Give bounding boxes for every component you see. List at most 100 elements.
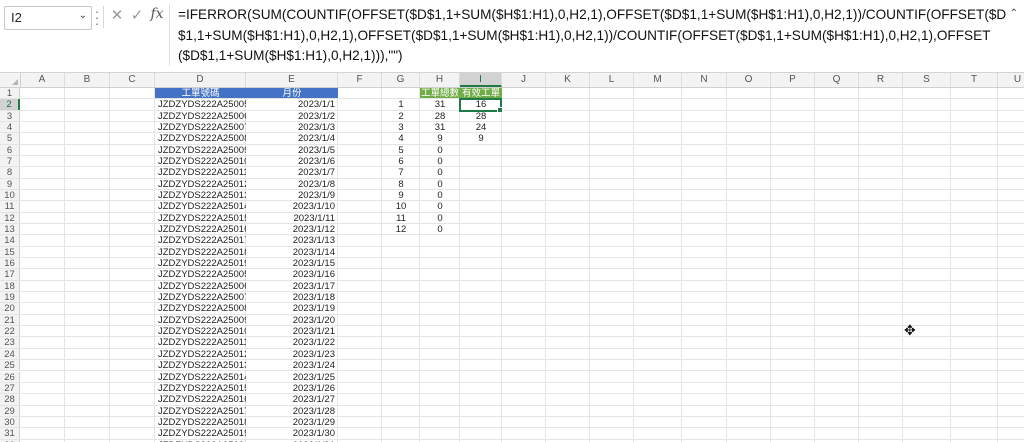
cell-date[interactable]: 2023/1/29 <box>246 417 338 427</box>
row-header[interactable]: 29 <box>0 405 20 417</box>
cell-date[interactable]: 2023/1/18 <box>246 292 338 302</box>
cell-valid[interactable]: 28 <box>460 111 502 121</box>
cell-work-order[interactable]: JZDZYDS222A25005 <box>155 269 246 279</box>
row-header[interactable]: 24 <box>0 348 20 360</box>
cell-month-index[interactable]: 3 <box>382 122 420 132</box>
cell-date[interactable]: 2023/1/12 <box>246 224 338 234</box>
row-header[interactable]: 12 <box>0 212 20 224</box>
row-header[interactable]: 30 <box>0 416 20 428</box>
cell-total[interactable]: 0 <box>420 167 460 177</box>
cell-work-order[interactable]: JZDZYDS222A25016 <box>155 394 246 404</box>
cell-work-order[interactable]: JZDZYDS222A25011 <box>155 337 246 347</box>
row-header[interactable]: 31 <box>0 428 20 439</box>
cell-work-order[interactable]: JZDZYDS222A25014 <box>155 201 246 211</box>
cell-date[interactable]: 2023/1/2 <box>246 111 338 121</box>
cell-date[interactable]: 2023/1/11 <box>246 213 338 223</box>
cell-month-index[interactable]: 1 <box>382 99 420 109</box>
close-icon[interactable]: ✕ <box>108 6 126 24</box>
cell-total[interactable]: 0 <box>420 213 460 223</box>
column-header-u[interactable]: U <box>998 73 1024 87</box>
chevron-up-icon[interactable]: ⌃ <box>1010 8 1018 19</box>
cell-work-order[interactable]: JZDZYDS222A25005 <box>155 99 246 109</box>
column-header-n[interactable]: N <box>682 73 727 87</box>
cell-total[interactable]: 28 <box>420 111 460 121</box>
cell-work-order[interactable]: JZDZYDS222A25008 <box>155 303 246 313</box>
row-header[interactable]: 18 <box>0 280 20 292</box>
cell-date[interactable]: 2023/1/17 <box>246 281 338 291</box>
cell-work-order[interactable]: JZDZYDS222A25016 <box>155 224 246 234</box>
cell-total[interactable]: 31 <box>420 122 460 132</box>
formula-input[interactable]: =IFERROR(SUM(COUNTIF(OFFSET($D$1,1+SUM($… <box>178 5 1010 67</box>
cell-month-index[interactable]: 9 <box>382 190 420 200</box>
column-header-r[interactable]: R <box>859 73 903 87</box>
header-total-orders[interactable]: 工單總數 <box>420 88 460 99</box>
column-header-p[interactable]: P <box>771 73 815 87</box>
name-box[interactable]: I2 ⌄ <box>4 6 92 30</box>
select-all-button[interactable] <box>0 73 21 87</box>
cell-month-index[interactable]: 6 <box>382 156 420 166</box>
cell-total[interactable]: 9 <box>420 133 460 143</box>
cell-work-order[interactable]: JZDZYDS222A25010 <box>155 156 246 166</box>
worksheet-grid[interactable]: ABCDEFGHIJKLMNOPQRSTU 1 工單號碼 月份 工單總數 有效工單 2 JZ… <box>0 73 1024 442</box>
cell-work-order[interactable]: JZDZYDS222A25011 <box>155 167 246 177</box>
cell-date[interactable]: 2023/1/21 <box>246 326 338 336</box>
row-header[interactable]: 15 <box>0 246 20 258</box>
cell-date[interactable]: 2023/1/14 <box>246 247 338 257</box>
row-header[interactable]: 13 <box>0 224 20 235</box>
cell-work-order[interactable]: JZDZYDS222A25018 <box>155 247 246 257</box>
cell-work-order[interactable]: JZDZYDS222A25012 <box>155 179 246 189</box>
fx-icon[interactable]: fx <box>148 6 166 22</box>
cell-date[interactable]: 2023/1/9 <box>246 190 338 200</box>
cell-date[interactable]: 2023/1/27 <box>246 394 338 404</box>
row-header[interactable]: 28 <box>0 394 20 405</box>
cell-date[interactable]: 2023/1/20 <box>246 315 338 325</box>
row-header[interactable]: 1 <box>0 88 20 99</box>
row-header[interactable]: 16 <box>0 258 20 269</box>
cell-work-order[interactable]: JZDZYDS222A25007 <box>155 292 246 302</box>
cell-work-order[interactable]: JZDZYDS222A25017 <box>155 406 246 416</box>
header-month[interactable]: 月份 <box>246 88 338 99</box>
cell-total[interactable]: 0 <box>420 190 460 200</box>
column-header-l[interactable]: L <box>590 73 634 87</box>
header-work-order-number[interactable]: 工單號碼 <box>155 88 246 99</box>
row-header[interactable]: 11 <box>0 201 20 212</box>
row-header[interactable]: 6 <box>0 144 20 156</box>
cell-work-order[interactable]: JZDZYDS222A25018 <box>155 417 246 427</box>
cell-month-index[interactable]: 10 <box>382 201 420 211</box>
cell-date[interactable]: 2023/1/26 <box>246 383 338 393</box>
column-header-i[interactable]: I <box>460 73 502 87</box>
cell-date[interactable]: 2023/1/15 <box>246 258 338 268</box>
cell-total[interactable]: 31 <box>420 99 460 109</box>
cell-month-index[interactable]: 12 <box>382 224 420 234</box>
cell-valid[interactable]: 24 <box>460 122 502 132</box>
column-header-f[interactable]: F <box>338 73 382 87</box>
column-header-q[interactable]: Q <box>815 73 859 87</box>
cell-work-order[interactable]: JZDZYDS222A25015 <box>155 213 246 223</box>
cell-total[interactable]: 0 <box>420 179 460 189</box>
row-header[interactable]: 22 <box>0 326 20 337</box>
more-options-icon[interactable]: · · · <box>94 4 100 30</box>
cell-total[interactable]: 0 <box>420 156 460 166</box>
row-header[interactable]: 14 <box>0 235 20 246</box>
cell-total[interactable]: 0 <box>420 145 460 155</box>
row-header[interactable]: 27 <box>0 382 20 394</box>
cell-work-order[interactable]: JZDZYDS222A25010 <box>155 326 246 336</box>
cell-date[interactable]: 2023/1/25 <box>246 372 338 382</box>
column-header-g[interactable]: G <box>382 73 420 87</box>
cell-date[interactable]: 2023/1/5 <box>246 145 338 155</box>
header-valid-orders[interactable]: 有效工單 <box>460 88 502 99</box>
cell-month-index[interactable]: 8 <box>382 179 420 189</box>
row-header[interactable]: 10 <box>0 190 20 201</box>
cell-date[interactable]: 2023/1/6 <box>246 156 338 166</box>
column-header-h[interactable]: H <box>420 73 460 87</box>
column-header-d[interactable]: D <box>155 73 246 87</box>
cell-date[interactable]: 2023/1/10 <box>246 201 338 211</box>
cell-work-order[interactable]: JZDZYDS222A25009 <box>155 315 246 325</box>
cell-total[interactable]: 0 <box>420 224 460 234</box>
cell-month-index[interactable]: 5 <box>382 145 420 155</box>
row-header[interactable]: 17 <box>0 269 20 280</box>
cell-month-index[interactable]: 11 <box>382 213 420 223</box>
row-header[interactable]: 19 <box>0 292 20 303</box>
row-header[interactable]: 9 <box>0 178 20 190</box>
cell-work-order[interactable]: JZDZYDS222A25006 <box>155 111 246 121</box>
